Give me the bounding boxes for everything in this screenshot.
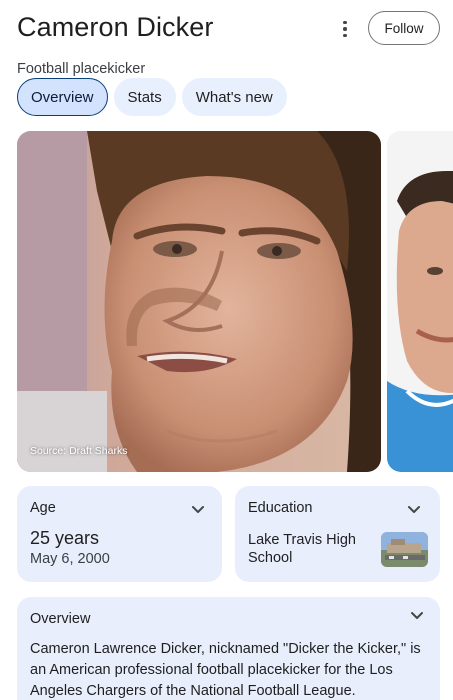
age-card[interactable]: Age 25 years May 6, 2000 bbox=[17, 486, 222, 582]
photo-credit: Source: Draft Sharks bbox=[30, 445, 128, 457]
overview-label: Overview bbox=[30, 611, 91, 627]
dot bbox=[343, 33, 347, 38]
school-thumbnail-image bbox=[381, 532, 428, 567]
tab-overview[interactable]: Overview bbox=[17, 78, 108, 116]
age-value: 25 years bbox=[30, 528, 100, 548]
more-options-icon[interactable] bbox=[335, 18, 355, 40]
age-label: Age bbox=[30, 500, 56, 516]
image-gallery: Source: Draft Sharks bbox=[17, 131, 453, 472]
tab-whats-new[interactable]: What's new bbox=[181, 78, 287, 116]
player-photo-image bbox=[17, 131, 381, 472]
education-value: Lake Travis High School bbox=[248, 532, 356, 566]
player-photo-secondary[interactable] bbox=[387, 131, 453, 472]
education-label: Education bbox=[248, 500, 313, 516]
follow-button[interactable]: Follow bbox=[368, 11, 440, 45]
dot bbox=[343, 27, 347, 31]
tab-stats[interactable]: Stats bbox=[113, 78, 176, 116]
chevron-down-icon[interactable] bbox=[410, 611, 424, 621]
chevron-down-icon[interactable] bbox=[191, 505, 205, 515]
birth-date: May 6, 2000 bbox=[30, 551, 110, 567]
page-title: Cameron Dicker bbox=[17, 12, 214, 42]
page-subtitle: Football placekicker bbox=[17, 61, 146, 77]
tab-bar: Overview Stats What's new bbox=[17, 78, 287, 116]
school-thumbnail[interactable] bbox=[381, 532, 428, 567]
player-photo-secondary-image bbox=[387, 131, 453, 472]
player-photo[interactable]: Source: Draft Sharks bbox=[17, 131, 381, 472]
overview-card[interactable]: Overview Cameron Lawrence Dicker, nickna… bbox=[17, 597, 440, 700]
dot bbox=[343, 20, 347, 25]
chevron-down-icon[interactable] bbox=[407, 505, 421, 515]
education-card[interactable]: Education Lake Travis High School bbox=[235, 486, 440, 582]
overview-text: Cameron Lawrence Dicker, nicknamed "Dick… bbox=[30, 641, 421, 699]
